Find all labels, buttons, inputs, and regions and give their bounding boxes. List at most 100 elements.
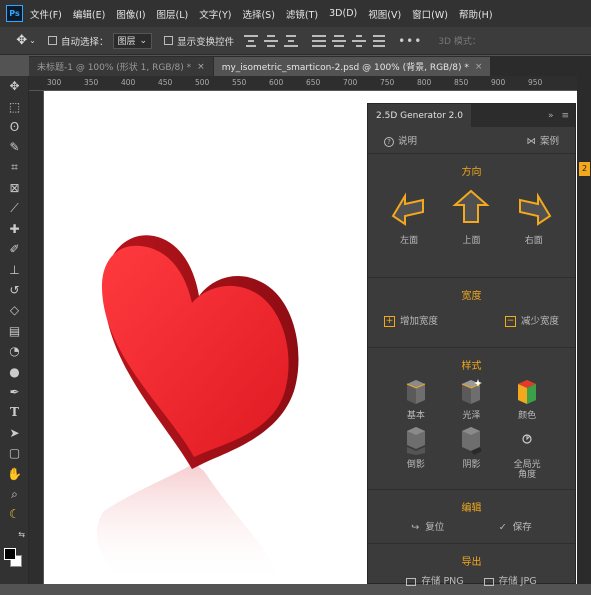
color-swatches[interactable] (0, 545, 28, 575)
style-color-button[interactable]: 颜色 (499, 378, 555, 421)
healing-brush-tool-icon[interactable]: ✚ (0, 219, 29, 239)
menu-edit[interactable]: 编辑(E) (73, 7, 105, 21)
foreground-color-swatch[interactable] (4, 547, 16, 560)
style-reflection-button[interactable]: 倒影 (388, 427, 444, 480)
dodge-tool-icon[interactable]: ● (0, 361, 29, 381)
save-button[interactable]: ✓ 保存 (499, 519, 532, 533)
collapse-icon[interactable]: » (548, 111, 554, 121)
cube-color-icon (518, 380, 537, 404)
increase-width-button[interactable]: + 增加宽度 (384, 313, 438, 327)
arrow-right-icon (518, 192, 552, 226)
decrease-width-label: 减少宽度 (520, 316, 559, 327)
style-global-light-button[interactable]: 全局光 角度 (499, 427, 555, 480)
swap-colors-icon[interactable]: ⇆ (0, 525, 29, 545)
save-jpg-button[interactable]: 存储 JPG (483, 573, 537, 587)
ruler-mark: 300 (47, 78, 62, 87)
clone-stamp-tool-icon[interactable]: ⊥ (0, 260, 29, 280)
close-icon[interactable]: × (197, 62, 205, 72)
marquee-tool-icon[interactable]: ⬚ (0, 96, 29, 116)
reset-button[interactable]: ↪ 复位 (411, 519, 444, 533)
eyedropper-tool-icon[interactable]: ⟋ (0, 198, 29, 218)
align-hcenter-icon[interactable] (332, 34, 347, 47)
help-label: 说明 (398, 136, 418, 147)
style-reflection-label: 倒影 (406, 460, 425, 470)
chevron-down-icon: ⌄ (139, 35, 148, 46)
export-section: 导出 存储 PNG 存储 JPG (368, 544, 575, 595)
align-bottom-icon[interactable] (284, 34, 299, 47)
frame-tool-icon[interactable]: ⊠ (0, 178, 29, 198)
move-tool-icon[interactable]: ✥ (0, 76, 29, 96)
pen-tool-icon[interactable]: ✒ (0, 382, 29, 402)
menu-window[interactable]: 窗口(W) (412, 7, 448, 21)
banana-icon[interactable]: ☾ (0, 504, 29, 524)
move-tool-preset-icon[interactable]: ✥ ⌄ (12, 31, 40, 51)
direction-right-button[interactable]: 右面 (507, 188, 561, 246)
tab-isometric-smarticon[interactable]: my_isometric_smarticon-2.psd @ 100% (背景,… (213, 57, 491, 76)
style-gloss-label: 光泽 (462, 411, 481, 421)
direction-left-button[interactable]: 左面 (382, 188, 436, 246)
save-png-button[interactable]: 存储 PNG (406, 573, 464, 587)
style-gloss-button[interactable]: 光泽 (444, 378, 500, 421)
tab-untitled-1[interactable]: 未标题-1 @ 100% (形状 1, RGB/8) * × (29, 57, 213, 76)
blur-tool-icon[interactable]: ◔ (0, 341, 29, 361)
menu-select[interactable]: 选择(S) (242, 7, 274, 21)
menu-3d[interactable]: 3D(D) (329, 8, 357, 19)
align-vcenter-icon[interactable] (264, 34, 279, 47)
eraser-tool-icon[interactable]: ◇ (0, 300, 29, 320)
folder-icon (483, 577, 494, 586)
more-options-button[interactable]: ••• (398, 34, 422, 48)
ruler-mark: 400 (121, 78, 136, 87)
show-transform-checkbox[interactable] (164, 36, 174, 45)
auto-select-dropdown[interactable]: 图层 ⌄ (112, 32, 153, 49)
align-top-icon[interactable] (244, 34, 259, 47)
examples-button[interactable]: ⋈ 案例 (526, 133, 559, 147)
panel-menu-icon[interactable]: ≡ (561, 111, 569, 121)
direction-left-label: 左面 (400, 236, 419, 246)
ruler-mark: 950 (528, 78, 543, 87)
auto-select-checkbox[interactable] (48, 36, 57, 45)
plus-icon: + (384, 316, 395, 327)
menu-image[interactable]: 图像(I) (116, 7, 145, 21)
align-left-icon[interactable] (312, 34, 327, 47)
path-select-tool-icon[interactable]: ➤ (0, 423, 29, 443)
checkmark-circle-icon: ✓ (498, 522, 507, 533)
quick-select-tool-icon[interactable]: ✎ (0, 137, 29, 157)
lasso-tool-icon[interactable]: ʘ (0, 117, 29, 137)
close-icon[interactable]: × (475, 62, 483, 72)
3d-mode-label: 3D 模式： (438, 37, 481, 47)
menu-view[interactable]: 视图(V) (368, 7, 401, 21)
panel-title[interactable]: 2.5D Generator 2.0 (368, 104, 471, 127)
history-brush-tool-icon[interactable]: ↺ (0, 280, 29, 300)
cube-shadow-icon (462, 427, 483, 455)
align-right-icon[interactable] (352, 34, 367, 47)
menu-type[interactable]: 文字(Y) (199, 7, 231, 21)
brush-tool-icon[interactable]: ✐ (0, 239, 29, 259)
document-tabs: 未标题-1 @ 100% (形状 1, RGB/8) * × my_isomet… (29, 56, 591, 76)
global-light-icon (522, 434, 532, 444)
shape-tool-icon[interactable]: ▢ (0, 443, 29, 463)
type-tool-icon[interactable]: T (0, 402, 29, 422)
decrease-width-button[interactable]: − 减少宽度 (504, 313, 559, 327)
menu-filter[interactable]: 滤镜(T) (286, 7, 318, 21)
distribute-icon[interactable] (372, 34, 386, 47)
gradient-tool-icon[interactable]: ▤ (0, 321, 29, 341)
zoom-tool-icon[interactable]: ⌕ (0, 484, 29, 504)
save-label: 保存 (512, 522, 532, 533)
menu-file[interactable]: 文件(F) (30, 7, 62, 21)
horizontal-ruler: 300 350 400 450 500 550 600 650 700 750 800 850 900 9… (29, 76, 591, 91)
folder-icon (406, 577, 417, 586)
ruler-mark: 750 (380, 78, 395, 87)
panel-badge[interactable]: 2 (579, 162, 590, 176)
direction-top-button[interactable]: 上面 (444, 188, 498, 246)
direction-title: 方向 (461, 167, 482, 178)
style-color-label: 颜色 (518, 411, 537, 421)
tools-panel: ✥ ⬚ ʘ ✎ ⌗ ⊠ ⟋ ✚ ✐ ⊥ ↺ ◇ ▤ ◔ ● ✒ T ➤ ▢ ✋ … (0, 76, 29, 584)
hand-tool-icon[interactable]: ✋ (0, 463, 29, 483)
style-basic-button[interactable]: 基本 (388, 378, 444, 421)
menu-layer[interactable]: 图层(L) (157, 7, 189, 21)
minus-icon: − (504, 316, 516, 327)
style-shadow-button[interactable]: 阴影 (444, 427, 500, 480)
menu-help[interactable]: 帮助(H) (459, 7, 493, 21)
help-button[interactable]: ? 说明 (384, 133, 417, 147)
crop-tool-icon[interactable]: ⌗ (0, 158, 29, 178)
